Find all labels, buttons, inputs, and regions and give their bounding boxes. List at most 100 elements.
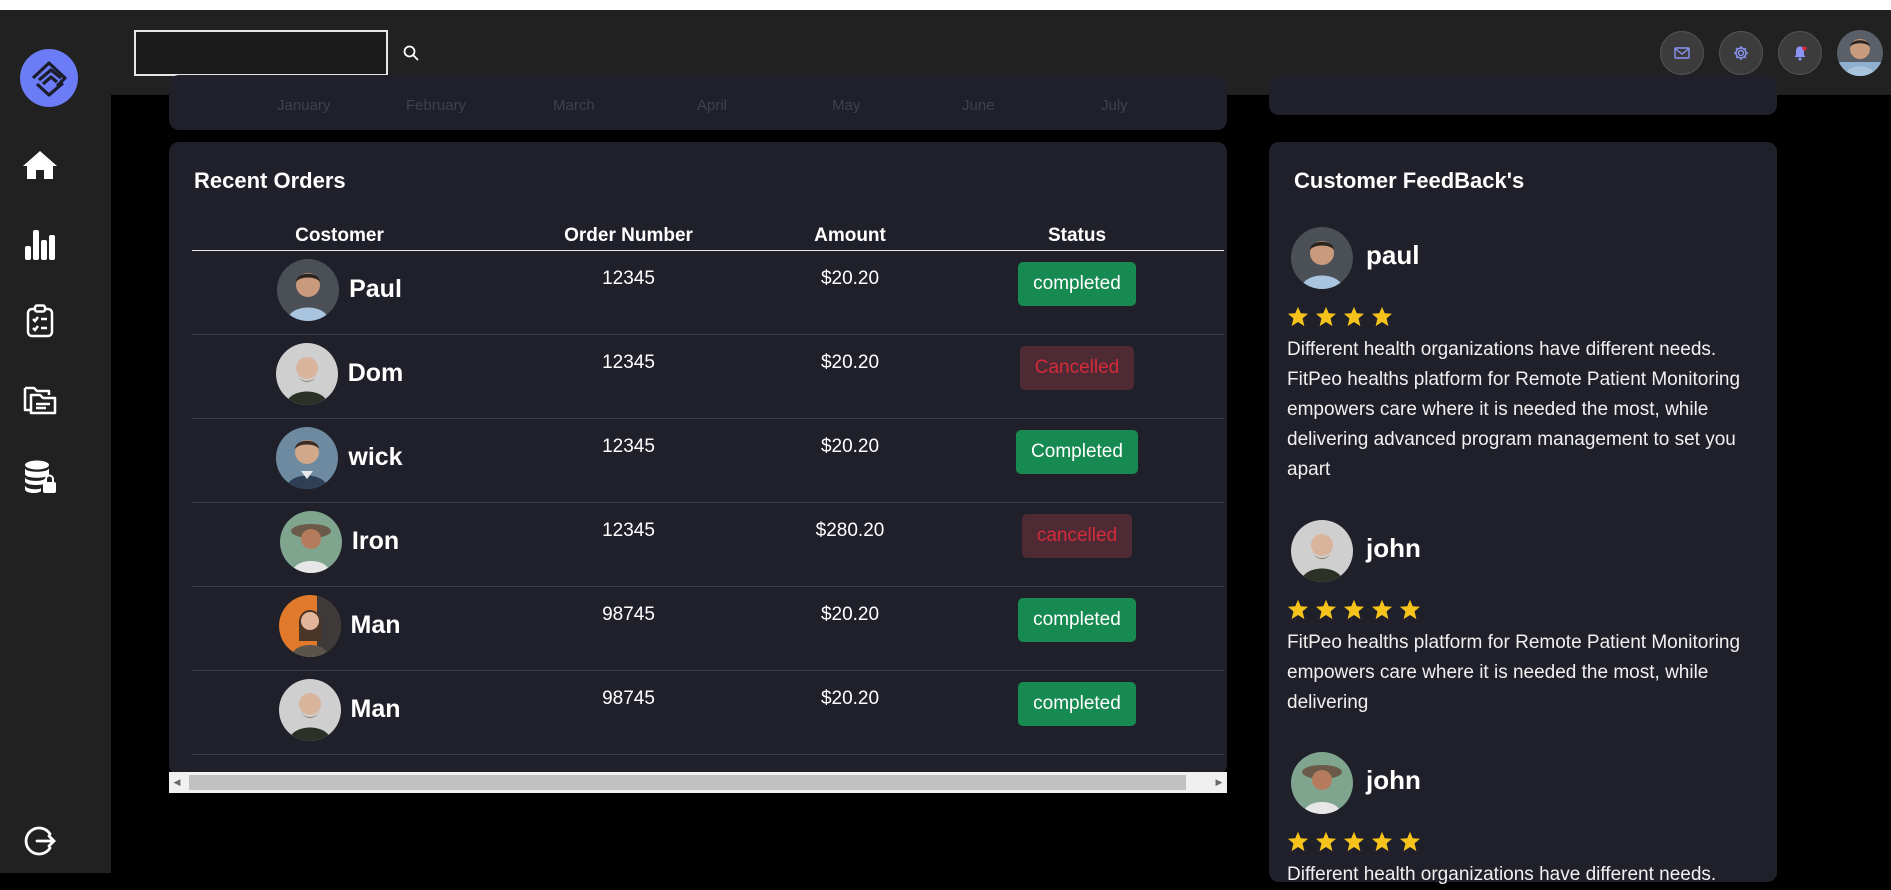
chart-x-tick: March [553,97,595,114]
feedback-avatar [1291,752,1353,814]
order-number: 12345 [487,334,770,419]
search-button[interactable] [399,41,423,65]
feedback-name: john [1366,765,1421,795]
stats-card-top [1269,75,1777,115]
feedback-avatar [1291,520,1353,582]
star-icon [1315,831,1337,852]
status-badge[interactable]: cancelled [1021,513,1133,558]
chart-x-tick: April [697,97,728,114]
bar-chart-icon [25,230,55,260]
avatar-image [1837,30,1883,76]
table-row[interactable]: wick 12345 $20.20 Completed [192,418,1224,503]
home-icon [23,151,57,179]
search-input[interactable] [134,30,388,76]
rating-stars [1287,599,1421,620]
avatar [277,258,340,321]
mail-button[interactable] [1660,31,1704,75]
sales-chart-card: January February March April May June Ju… [169,75,1227,130]
star-icon [1343,831,1365,852]
column-header: Costomer [192,222,487,251]
column-header: Amount [770,222,930,251]
nav-logout[interactable] [20,821,60,861]
star-icon [1343,306,1365,327]
settings-button[interactable] [1719,31,1763,75]
nav-analytics[interactable] [20,223,60,263]
table-row[interactable]: Paul 12345 $20.20 completed [192,250,1224,335]
recent-orders-card: Recent Orders Costomer Order Number Amou… [169,142,1227,775]
status-cell: completed [930,250,1224,335]
star-icon [1315,306,1337,327]
feedback-text: FitPeo healths platform for Remote Patie… [1287,632,1741,713]
notifications-button[interactable] [1778,31,1822,75]
column-header: Order Number [487,222,770,251]
star-icon [1371,306,1393,327]
star-icon [1287,831,1309,852]
mail-icon [1674,47,1690,59]
chart-x-tick: May [832,97,861,114]
status-cell: cancelled [930,502,1224,587]
scroll-right-arrow[interactable]: ▶ [1211,772,1227,793]
avatar [278,678,341,741]
customer-cell: Dom [192,334,487,419]
star-icon [1371,831,1393,852]
avatar [276,426,339,489]
order-amount: $20.20 [770,586,930,671]
customer-cell: Man [192,670,487,755]
scroll-left-arrow[interactable]: ◀ [169,772,185,793]
order-amount: $20.20 [770,334,930,419]
table-row[interactable]: Man 98745 $20.20 completed [192,586,1224,671]
customer-name: Dom [347,359,404,387]
search-icon [403,45,419,61]
rating-stars [1287,831,1421,852]
status-badge[interactable]: completed [1018,681,1136,726]
status-badge[interactable]: completed [1018,261,1136,306]
database-lock-icon [25,460,56,494]
status-cell: completed [930,586,1224,671]
star-icon [1343,599,1365,620]
order-number: 12345 [487,250,770,335]
nav-database[interactable] [20,457,60,497]
feedback-avatar [1291,227,1353,289]
horizontal-scrollbar[interactable]: ◀ ▶ [169,772,1227,793]
avatar [275,342,338,405]
app-logo[interactable] [20,49,78,107]
customer-name: Man [350,611,401,639]
browser-top-strip [0,0,1891,10]
bell-icon [1794,46,1807,61]
status-badge[interactable]: Completed [1016,429,1138,474]
gear-icon [1734,46,1748,60]
nav-home[interactable] [20,145,60,185]
feedback-name: john [1366,533,1421,563]
star-icon [1315,599,1337,620]
table-row[interactable]: Iron 12345 $280.20 cancelled [192,502,1224,587]
status-badge[interactable]: Cancelled [1019,345,1135,390]
star-icon [1287,599,1309,620]
star-icon [1371,599,1393,620]
status-cell: Cancelled [930,334,1224,419]
table-row[interactable]: Dom 12345 $20.20 Cancelled [192,334,1224,419]
order-amount: $20.20 [770,250,930,335]
customer-feedback-card: Customer FeedBack's paul Different healt… [1269,142,1777,885]
star-icon [1287,306,1309,327]
column-header: Status [930,222,1224,251]
star-icon [1399,831,1421,852]
status-cell: completed [930,670,1224,755]
user-avatar[interactable] [1837,30,1883,76]
table-row[interactable]: Man 98745 $20.20 completed [192,670,1224,755]
scrollbar-thumb[interactable] [189,775,1186,790]
star-icon [1399,599,1421,620]
status-badge[interactable]: completed [1018,597,1136,642]
folders-icon [23,386,57,415]
chart-x-tick: February [406,97,467,114]
avatar [279,510,342,573]
orders-header-row: Costomer Order Number Amount Status [192,222,1224,251]
orders-table: Costomer Order Number Amount Status Paul… [192,222,1224,755]
order-number: 12345 [487,418,770,503]
order-number: 12345 [487,502,770,587]
avatar [278,594,341,657]
nav-orders[interactable] [20,301,60,341]
customer-cell: Man [192,586,487,671]
customer-name: Paul [349,275,402,303]
rating-stars [1287,306,1393,327]
nav-files[interactable] [20,379,60,419]
